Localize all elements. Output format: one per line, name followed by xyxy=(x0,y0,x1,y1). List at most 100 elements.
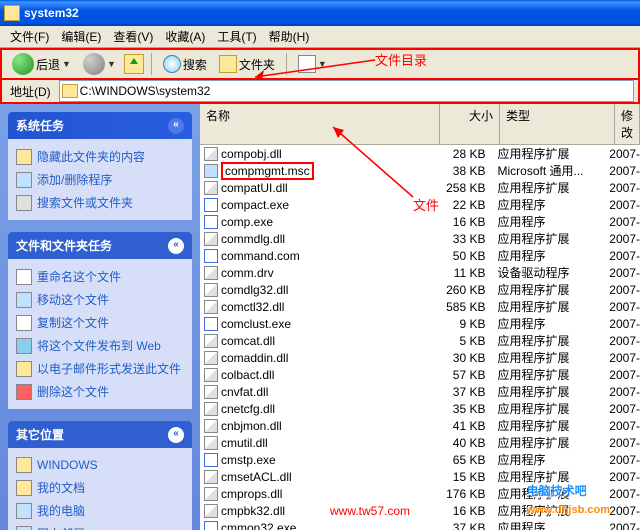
file-icon xyxy=(204,385,218,399)
file-size: 33 KB xyxy=(433,232,491,246)
file-size: 37 KB xyxy=(433,521,491,530)
menu-tools[interactable]: 工具(T) xyxy=(211,26,262,47)
file-size: 260 KB xyxy=(433,283,491,297)
file-row[interactable]: comcat.dll5 KB应用程序扩展2007- xyxy=(200,332,640,349)
menu-file[interactable]: 文件(F) xyxy=(4,26,55,47)
file-icon xyxy=(204,521,218,530)
file-size: 16 KB xyxy=(433,215,491,229)
task-icon xyxy=(16,149,32,165)
file-row[interactable]: commdlg.dll33 KB应用程序扩展2007- xyxy=(200,230,640,247)
file-name: comctl32.dll xyxy=(221,300,284,314)
task-link[interactable]: 重命名这个文件 xyxy=(16,265,184,288)
file-row[interactable]: comdlg32.dll260 KB应用程序扩展2007- xyxy=(200,281,640,298)
search-icon xyxy=(163,55,181,73)
file-type: 应用程序扩展 xyxy=(492,179,604,196)
file-type: 应用程序扩展 xyxy=(492,230,604,247)
task-link[interactable]: 添加/删除程序 xyxy=(16,168,184,191)
panel-header[interactable]: 其它位置 « xyxy=(8,421,192,448)
file-icon xyxy=(204,419,218,433)
panel-header[interactable]: 系统任务 « xyxy=(8,112,192,139)
task-link[interactable]: 隐藏此文件夹的内容 xyxy=(16,145,184,168)
col-type[interactable]: 类型 xyxy=(500,104,615,144)
task-icon xyxy=(16,457,32,473)
file-icon xyxy=(204,300,218,314)
forward-button[interactable]: ▼ xyxy=(79,51,120,77)
address-input[interactable] xyxy=(78,82,237,100)
file-row[interactable]: cmmon32.exe37 KB应用程序2007- xyxy=(200,519,640,530)
address-bar: 地址(D) xyxy=(0,80,640,104)
watermark: 电脑技术吧 www.dnjsb.com xyxy=(527,482,610,518)
menu-edit[interactable]: 编辑(E) xyxy=(55,26,107,47)
file-row[interactable]: cnetcfg.dll35 KB应用程序扩展2007- xyxy=(200,400,640,417)
back-button[interactable]: 后退 ▼ xyxy=(8,51,75,77)
file-type: 应用程序 xyxy=(492,196,604,213)
panel-header[interactable]: 文件和文件夹任务 « xyxy=(8,232,192,259)
file-name: cmprops.dll xyxy=(221,487,282,501)
file-icon xyxy=(204,351,218,365)
file-date: 2007- xyxy=(603,351,640,365)
file-type: 应用程序扩展 xyxy=(492,145,604,162)
task-link[interactable]: 网上邻居 xyxy=(16,522,184,530)
file-date: 2007- xyxy=(603,283,640,297)
up-button[interactable] xyxy=(124,54,144,74)
file-size: 5 KB xyxy=(433,334,491,348)
file-name: cnetcfg.dll xyxy=(221,402,275,416)
file-name: cmstp.exe xyxy=(221,453,276,467)
file-date: 2007- xyxy=(603,521,640,530)
file-row[interactable]: colbact.dll57 KB应用程序扩展2007- xyxy=(200,366,640,383)
file-row[interactable]: cmutil.dll40 KB应用程序扩展2007- xyxy=(200,434,640,451)
file-row[interactable]: comctl32.dll585 KB应用程序扩展2007- xyxy=(200,298,640,315)
file-row[interactable]: comclust.exe9 KB应用程序2007- xyxy=(200,315,640,332)
file-icon xyxy=(204,147,218,161)
folder-icon xyxy=(219,55,237,73)
task-link[interactable]: 我的电脑 xyxy=(16,499,184,522)
menu-help[interactable]: 帮助(H) xyxy=(263,26,316,47)
file-size: 65 KB xyxy=(433,453,491,467)
address-label: 地址(D) xyxy=(6,83,55,100)
collapse-icon: « xyxy=(168,427,184,443)
task-icon xyxy=(16,195,32,211)
task-link[interactable]: 将这个文件发布到 Web xyxy=(16,334,184,357)
file-row[interactable]: cmstp.exe65 KB应用程序2007- xyxy=(200,451,640,468)
file-name: comp.exe xyxy=(221,215,273,229)
file-size: 15 KB xyxy=(433,470,491,484)
col-date[interactable]: 修改 xyxy=(615,104,640,144)
watermark: www.tw57.com xyxy=(330,504,410,518)
file-size: 28 KB xyxy=(433,147,491,161)
file-row[interactable]: comm.drv11 KB设备驱动程序2007- xyxy=(200,264,640,281)
file-row[interactable]: command.com50 KB应用程序2007- xyxy=(200,247,640,264)
window-title: system32 xyxy=(24,6,79,20)
task-link[interactable]: 删除这个文件 xyxy=(16,380,184,403)
menu-view[interactable]: 查看(V) xyxy=(107,26,159,47)
file-row[interactable]: comaddin.dll30 KB应用程序扩展2007- xyxy=(200,349,640,366)
col-size[interactable]: 大小 xyxy=(440,104,500,144)
file-date: 2007- xyxy=(603,249,640,263)
file-name: command.com xyxy=(221,249,300,263)
file-row[interactable]: cnvfat.dll37 KB应用程序扩展2007- xyxy=(200,383,640,400)
file-icon xyxy=(204,283,218,297)
file-type: 应用程序扩展 xyxy=(492,400,604,417)
file-icon xyxy=(204,504,218,518)
task-link[interactable]: 我的文档 xyxy=(16,476,184,499)
file-name: colbact.dll xyxy=(221,368,274,382)
file-type: Microsoft 通用... xyxy=(492,162,604,179)
file-name: cmpbk32.dll xyxy=(221,504,285,518)
menu-favorites[interactable]: 收藏(A) xyxy=(159,26,211,47)
task-icon xyxy=(16,172,32,188)
task-link[interactable]: 以电子邮件形式发送此文件 xyxy=(16,357,184,380)
address-field-wrap[interactable] xyxy=(59,80,634,102)
file-row[interactable]: cnbjmon.dll41 KB应用程序扩展2007- xyxy=(200,417,640,434)
file-icon xyxy=(204,402,218,416)
task-link[interactable]: 搜索文件或文件夹 xyxy=(16,191,184,214)
task-link[interactable]: 复制这个文件 xyxy=(16,311,184,334)
task-link[interactable]: WINDOWS xyxy=(16,454,184,476)
folder-icon xyxy=(4,5,20,21)
file-type: 应用程序扩展 xyxy=(492,417,604,434)
file-row[interactable]: comp.exe16 KB应用程序2007- xyxy=(200,213,640,230)
file-date: 2007- xyxy=(603,334,640,348)
task-icon xyxy=(16,269,32,285)
file-date: 2007- xyxy=(603,385,640,399)
file-icon xyxy=(204,164,218,178)
search-button[interactable]: 搜索 xyxy=(159,53,211,75)
task-link[interactable]: 移动这个文件 xyxy=(16,288,184,311)
